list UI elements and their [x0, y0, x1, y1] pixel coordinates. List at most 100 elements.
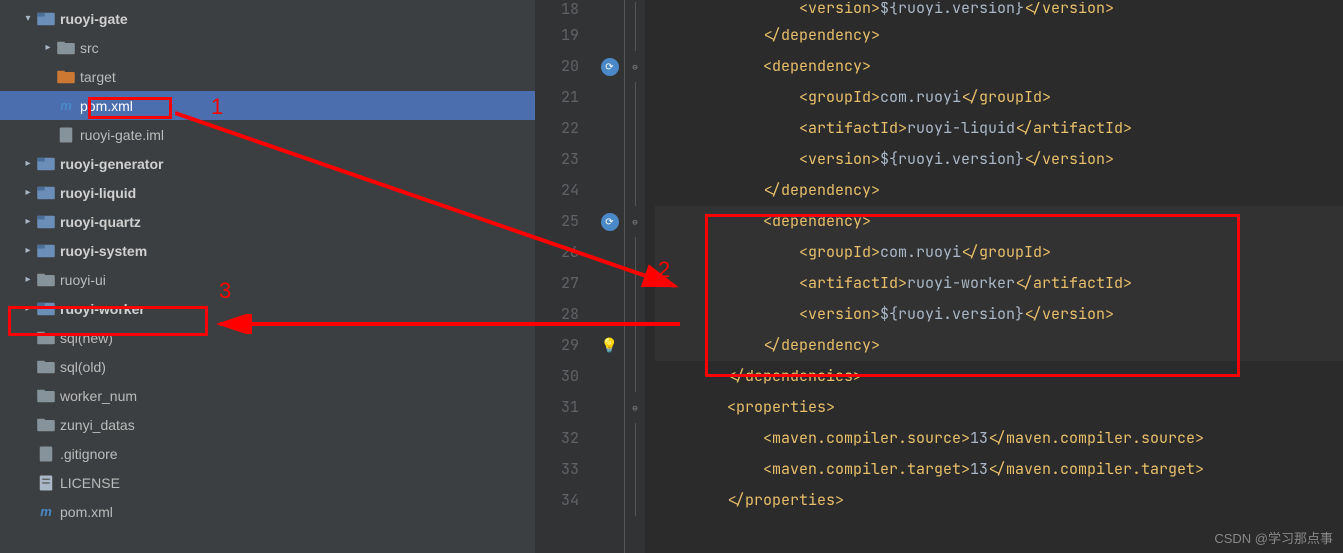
folder-icon [36, 415, 56, 435]
module-icon [36, 241, 56, 261]
gutter-marker [595, 299, 624, 330]
folder-icon [36, 270, 56, 290]
tree-item-ruoyi-worker[interactable]: ▸ruoyi-worker [0, 294, 535, 323]
gutter-marker [595, 392, 624, 423]
line-number: 23 [535, 144, 595, 175]
tree-item-label: pom.xml [80, 98, 133, 114]
module-icon [36, 183, 56, 203]
fold-marker [625, 454, 645, 485]
code-line[interactable]: <dependency> [655, 206, 1343, 237]
code-line[interactable]: </properties> [655, 485, 1343, 516]
fold-marker [625, 20, 645, 51]
tree-item--gitignore[interactable]: .gitignore [0, 439, 535, 468]
tree-item-ruoyi-system[interactable]: ▸ruoyi-system [0, 236, 535, 265]
code-line[interactable]: </dependencies> [655, 361, 1343, 392]
tree-arrow-icon[interactable]: ▸ [20, 187, 36, 198]
code-line[interactable]: <maven.compiler.target>13</maven.compile… [655, 454, 1343, 485]
code-line[interactable]: <version>${ruoyi.version}</version> [655, 2, 1343, 20]
tree-item-ruoyi-gate-iml[interactable]: ruoyi-gate.iml [0, 120, 535, 149]
line-number: 34 [535, 485, 595, 516]
code-area[interactable]: <version>${ruoyi.version}</version> </de… [645, 0, 1343, 553]
tree-item-label: sql(old) [60, 359, 106, 375]
module-icon [36, 212, 56, 232]
project-tree[interactable]: ▾ruoyi-gate▸srctargetmpom.xmlruoyi-gate.… [0, 0, 535, 553]
module-icon [36, 299, 56, 319]
module-icon [36, 154, 56, 174]
tree-item-zunyi-datas[interactable]: zunyi_datas [0, 410, 535, 439]
gutter-marker [595, 485, 624, 516]
tree-item-sql-old-[interactable]: sql(old) [0, 352, 535, 381]
tree-arrow-icon[interactable]: ▾ [20, 13, 36, 24]
fold-gutter: ⊖⊖⊖ [625, 0, 645, 553]
line-number: 28 [535, 299, 595, 330]
gutter-marker [595, 423, 624, 454]
tree-item-label: ruoyi-generator [60, 156, 163, 172]
fold-marker: ⊖ [625, 206, 645, 237]
tree-item-ruoyi-generator[interactable]: ▸ ruoyi-generator [0, 149, 535, 178]
tree-item-label: ruoyi-ui [60, 272, 106, 288]
code-line[interactable]: <properties> [655, 392, 1343, 423]
file-icon [36, 444, 56, 464]
folder-icon [56, 38, 76, 58]
tree-item-worker-num[interactable]: worker_num [0, 381, 535, 410]
code-line[interactable]: <groupId>com.ruoyi</groupId> [655, 82, 1343, 113]
line-gutter: 1819202122232425262728293031323334 [535, 0, 595, 553]
file-text-icon [36, 473, 56, 493]
fold-marker: ⊖ [625, 392, 645, 423]
tree-arrow-icon[interactable]: ▸ [20, 245, 36, 256]
line-number: 31 [535, 392, 595, 423]
code-line[interactable]: <maven.compiler.source>13</maven.compile… [655, 423, 1343, 454]
tree-arrow-icon[interactable]: ▸ [20, 158, 36, 169]
module-icon [36, 9, 56, 29]
code-line[interactable]: <dependency> [655, 51, 1343, 82]
folder-icon [36, 357, 56, 377]
gutter-marker: 💡 [595, 330, 624, 361]
tree-item-pom-xml[interactable]: mpom.xml [0, 497, 535, 526]
tree-item-ruoyi-gate[interactable]: ▾ ruoyi-gate [0, 4, 535, 33]
maven-icon: m [56, 98, 76, 113]
code-line[interactable]: </dependency> [655, 20, 1343, 51]
gutter-marker [595, 361, 624, 392]
tree-item-label: src [80, 40, 99, 56]
fold-marker [625, 175, 645, 206]
code-line[interactable]: </dependency> [655, 175, 1343, 206]
tree-item-pom-xml[interactable]: m pom.xml [0, 91, 535, 120]
tree-item-label: sql(new) [60, 330, 113, 346]
tree-item-ruoyi-liquid[interactable]: ▸ruoyi-liquid [0, 178, 535, 207]
code-line[interactable]: </dependency> [655, 330, 1343, 361]
maven-badge-icon[interactable]: ⟳ [601, 213, 619, 231]
line-number: 22 [535, 113, 595, 144]
file-icon [56, 125, 76, 145]
tree-item-sql-new-[interactable]: sql(new) [0, 323, 535, 352]
gutter-marker [595, 268, 624, 299]
code-editor[interactable]: 1819202122232425262728293031323334 ⟳ ⟳ 💡 ⊖… [535, 0, 1343, 553]
line-number: 26 [535, 237, 595, 268]
tree-item-target[interactable]: target [0, 62, 535, 91]
code-line[interactable]: <artifactId>ruoyi-worker</artifactId> [655, 268, 1343, 299]
fold-marker [625, 423, 645, 454]
bulb-icon[interactable]: 💡 [601, 337, 618, 355]
code-line[interactable]: <artifactId>ruoyi-liquid</artifactId> [655, 113, 1343, 144]
tree-item-license[interactable]: LICENSE [0, 468, 535, 497]
maven-badge-icon[interactable]: ⟳ [601, 58, 619, 76]
tree-arrow-icon[interactable]: ▸ [20, 274, 36, 285]
tree-item-ruoyi-quartz[interactable]: ▸ ruoyi-quartz [0, 207, 535, 236]
code-line[interactable]: <version>${ruoyi.version}</version> [655, 299, 1343, 330]
tree-arrow-icon[interactable]: ▸ [20, 303, 36, 314]
folder-icon [36, 386, 56, 406]
tree-arrow-icon[interactable]: ▸ [40, 42, 56, 53]
tree-item-ruoyi-ui[interactable]: ▸ ruoyi-ui [0, 265, 535, 294]
code-line[interactable]: <version>${ruoyi.version}</version> [655, 144, 1343, 175]
tree-item-label: .gitignore [60, 446, 118, 462]
gutter-marker [595, 144, 624, 175]
code-line[interactable]: <groupId>com.ruoyi</groupId> [655, 237, 1343, 268]
tree-arrow-icon[interactable]: ▸ [20, 216, 36, 227]
fold-marker [625, 82, 645, 113]
line-number: 29 [535, 330, 595, 361]
tree-item-label: ruoyi-gate [60, 11, 128, 27]
tree-item-label: ruoyi-quartz [60, 214, 141, 230]
tree-item-src[interactable]: ▸ src [0, 33, 535, 62]
tree-item-label: pom.xml [60, 504, 113, 520]
folder-orange-icon [56, 67, 76, 87]
fold-marker [625, 144, 645, 175]
